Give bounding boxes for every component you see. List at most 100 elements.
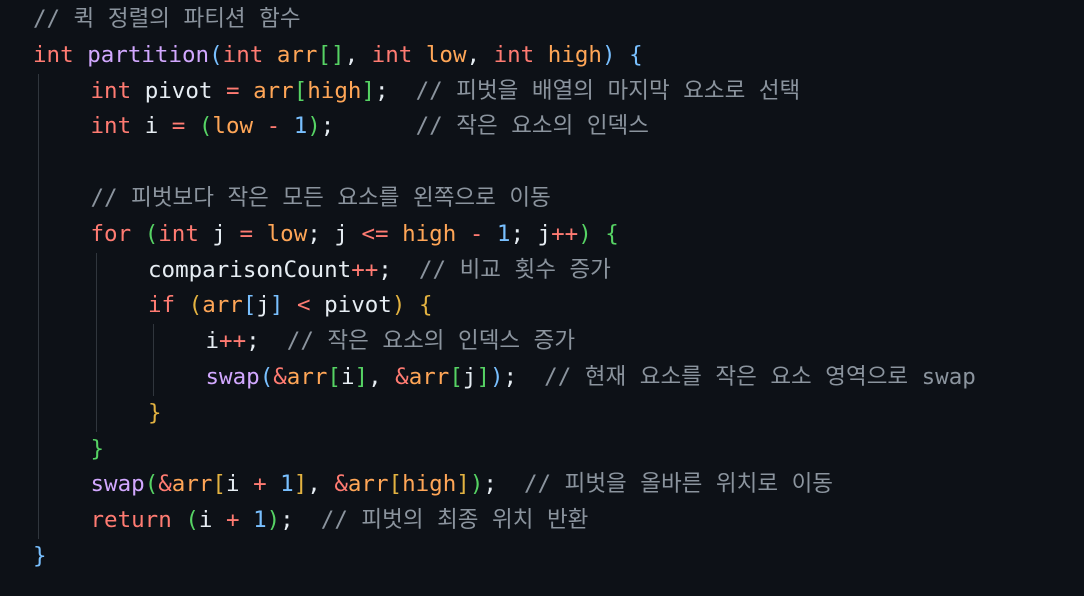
code-token: // 비교 횟수 증가 (391, 256, 611, 283)
code-token: } (148, 399, 162, 426)
code-token: , (368, 363, 396, 390)
code-token: [ (293, 77, 308, 104)
code-content: if (arr[j] < pivot) { (148, 292, 432, 318)
code-token: // 현재 요소를 작은 요소 영역으로 swap (517, 363, 976, 390)
code-token: high (547, 41, 602, 68)
indent-guide (38, 467, 39, 504)
code-token: ) (266, 507, 281, 534)
indent-guide (95, 395, 97, 432)
code-token: // 퀵 정렬의 파티션 함수 (33, 6, 301, 32)
code-line: swap(&arr[i], &arr[j]); // 현재 요소를 작은 요소 … (33, 359, 1084, 396)
code-token: i (340, 363, 355, 390)
indent-guide (95, 288, 97, 325)
code-line: int i = (low - 1); // 작은 요소의 인덱스 (33, 109, 1084, 146)
code-token: ; (503, 363, 518, 390)
indent-guide (38, 288, 39, 325)
code-token: ( (144, 471, 159, 498)
code-token: arr (202, 292, 243, 319)
code-token: int (33, 41, 74, 68)
code-editor[interactable]: // 퀵 정렬의 파티션 함수 int partition(int arr[], … (0, 0, 1084, 596)
code-token: } (90, 435, 105, 462)
code-token: high (402, 471, 457, 498)
code-line: } (33, 539, 1084, 575)
code-token: 1 (280, 471, 294, 498)
code-token: low (425, 41, 467, 68)
code-token: ( (144, 220, 159, 247)
code-line: if (arr[j] < pivot) { (33, 288, 1084, 325)
code-line: int pivot = arr[high]; // 피벗을 배열의 마지막 요소… (33, 73, 1084, 110)
indent-guide (95, 359, 97, 396)
indent-guide (38, 216, 39, 253)
code-token: j (537, 220, 552, 247)
code-token: comparisonCount (148, 256, 352, 283)
code-token: arr (276, 41, 318, 68)
code-token: + (225, 507, 240, 534)
indent-guide (153, 324, 154, 360)
code-token: int (222, 41, 264, 68)
code-token: // 피벗보다 작은 모든 요소를 왼쪽으로 이동 (90, 184, 551, 211)
indent-guide (38, 252, 39, 289)
code-token: } (33, 542, 47, 569)
code-token: swap (90, 471, 145, 498)
code-token: ) (391, 292, 406, 319)
code-token: ; (246, 328, 260, 355)
code-content: for (int j = low; j <= high - 1; j++) { (91, 221, 619, 247)
code-token: i (205, 328, 220, 355)
code-token: , (466, 41, 494, 68)
code-token: high (307, 77, 362, 104)
code-token: ++ (551, 220, 579, 247)
code-token: - (266, 113, 281, 140)
code-token: int (158, 220, 199, 247)
code-content: // 퀵 정렬의 파티션 함수 (33, 6, 301, 32)
code-token: pivot (144, 77, 213, 104)
code-token: // 작은 요소의 인덱스 (334, 113, 649, 140)
code-token: ; (280, 507, 294, 534)
indent-guide (153, 359, 154, 396)
code-token: ; (378, 256, 392, 283)
code-token: ( (188, 292, 203, 319)
code-token: ] (456, 471, 470, 498)
code-token: // 작은 요소의 인덱스 증가 (259, 328, 576, 355)
code-token: arr (286, 363, 328, 390)
indent-guide (38, 503, 39, 539)
indent-guide (38, 395, 39, 432)
code-token: if (148, 292, 176, 319)
code-line: int partition(int arr[], int low, int hi… (33, 38, 1084, 74)
code-token: < (297, 292, 311, 319)
code-content: swap(&arr[i], &arr[j]); // 현재 요소를 작은 요소 … (206, 364, 976, 390)
indent-guide (95, 252, 97, 289)
code-token: int (371, 41, 413, 68)
code-token: & (158, 471, 172, 498)
code-token: ( (259, 363, 274, 390)
code-token: partition (87, 41, 210, 68)
code-content: } (148, 400, 162, 426)
code-token: 1 (253, 507, 267, 534)
indent-guide (38, 109, 39, 146)
code-token: & (395, 363, 409, 390)
code-line: for (int j = low; j <= high - 1; j++) { (33, 216, 1084, 253)
code-token: { (629, 41, 643, 68)
code-line: // 퀵 정렬의 파티션 함수 (33, 2, 1084, 38)
code-token: ++ (351, 256, 379, 283)
code-token: j (256, 292, 270, 319)
indent-guide (95, 324, 97, 360)
code-token: ( (209, 41, 223, 68)
code-content: int i = (low - 1); // 작은 요소의 인덱스 (91, 113, 649, 139)
code-token: arr (408, 363, 450, 390)
code-line: i++; // 작은 요소의 인덱스 증가 (33, 324, 1084, 360)
code-token: [ (212, 471, 226, 498)
